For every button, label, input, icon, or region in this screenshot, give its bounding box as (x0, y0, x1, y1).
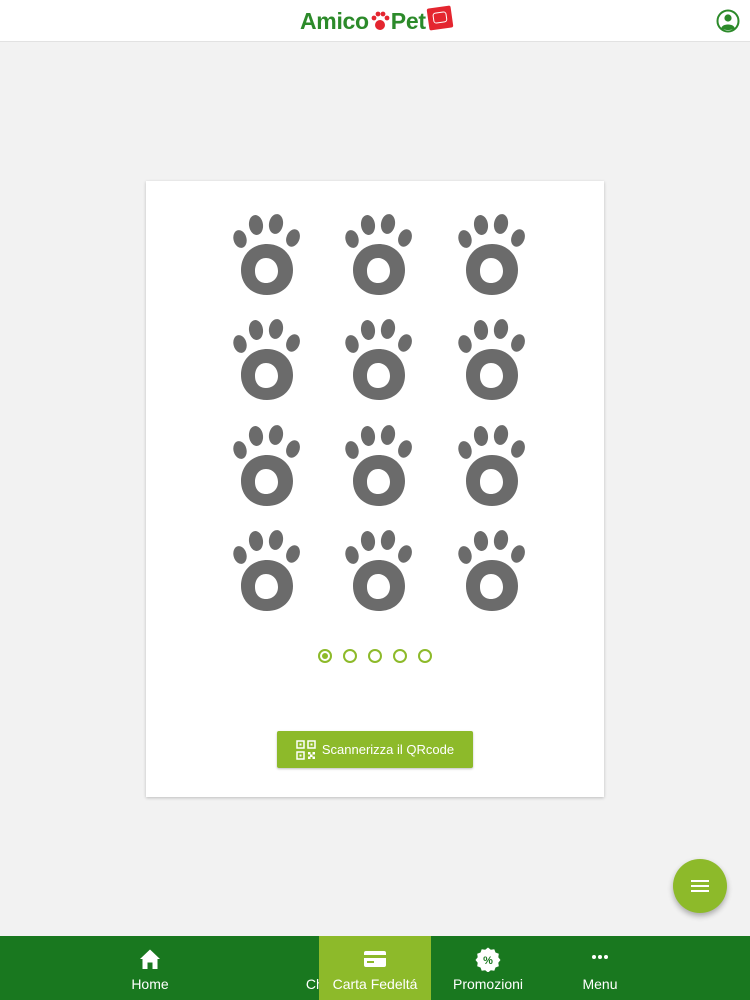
logo-badge-icon (426, 5, 454, 31)
page-indicator (146, 649, 604, 665)
paw-stamp-icon (232, 319, 302, 400)
percent-badge-icon: % (475, 947, 501, 972)
page-dot-active[interactable] (318, 649, 332, 663)
page-dot[interactable] (393, 649, 407, 663)
paw-stamp-icon (344, 319, 414, 400)
nav-item-home[interactable]: Home (75, 936, 225, 1000)
nav-item-carta-fedelta[interactable]: Carta Fedeltá (319, 936, 431, 1000)
top-bar: Amico Pet (0, 0, 750, 42)
menu-lines-icon (691, 879, 709, 893)
paw-stamp-icon (457, 425, 527, 506)
nav-item-promozioni[interactable]: % Promozioni (441, 936, 535, 1000)
house-icon (140, 949, 160, 969)
loyalty-card: Scannerizza il QRcode (146, 181, 604, 797)
logo-text-amico: Amico (300, 7, 369, 34)
paw-stamp-icon (344, 214, 414, 295)
nav-label-menu: Menu (582, 976, 618, 992)
nav-label-promozioni: Promozioni (452, 976, 524, 992)
logo-text-pet: Pet (390, 7, 426, 34)
svg-text:%: % (483, 955, 493, 967)
page-dot[interactable] (343, 649, 357, 663)
paw-stamp-icon (232, 214, 302, 295)
nav-label-home: Home (131, 976, 169, 992)
qr-code-icon (296, 739, 316, 760)
amicopet-logo[interactable]: Amico Pet (300, 5, 454, 36)
stamp-grid (146, 181, 604, 621)
paw-stamp-icon (344, 530, 414, 611)
more-dots-icon (592, 955, 608, 959)
paw-stamp-icon (232, 530, 302, 611)
page-dot[interactable] (418, 649, 432, 663)
paw-stamp-icon (232, 425, 302, 506)
user-circle-icon[interactable] (716, 9, 740, 33)
bottom-navigation: Home Chi siamo Carta Fedeltá % Promozion… (0, 936, 750, 1000)
nav-label-carta-fedelta: Carta Fedeltá (332, 976, 418, 992)
paw-stamp-icon (457, 530, 527, 611)
logo-paw-icon (371, 11, 390, 30)
credit-card-icon (364, 951, 386, 967)
paw-stamp-icon (457, 319, 527, 400)
floating-menu-button[interactable] (673, 859, 727, 913)
page-dot[interactable] (368, 649, 382, 663)
paw-stamp-icon (457, 214, 527, 295)
scan-button-label: Scannerizza il QRcode (321, 742, 455, 757)
nav-item-menu[interactable]: Menu (560, 936, 640, 1000)
paw-stamp-icon (344, 425, 414, 506)
scan-qrcode-button[interactable]: Scannerizza il QRcode (277, 731, 473, 768)
